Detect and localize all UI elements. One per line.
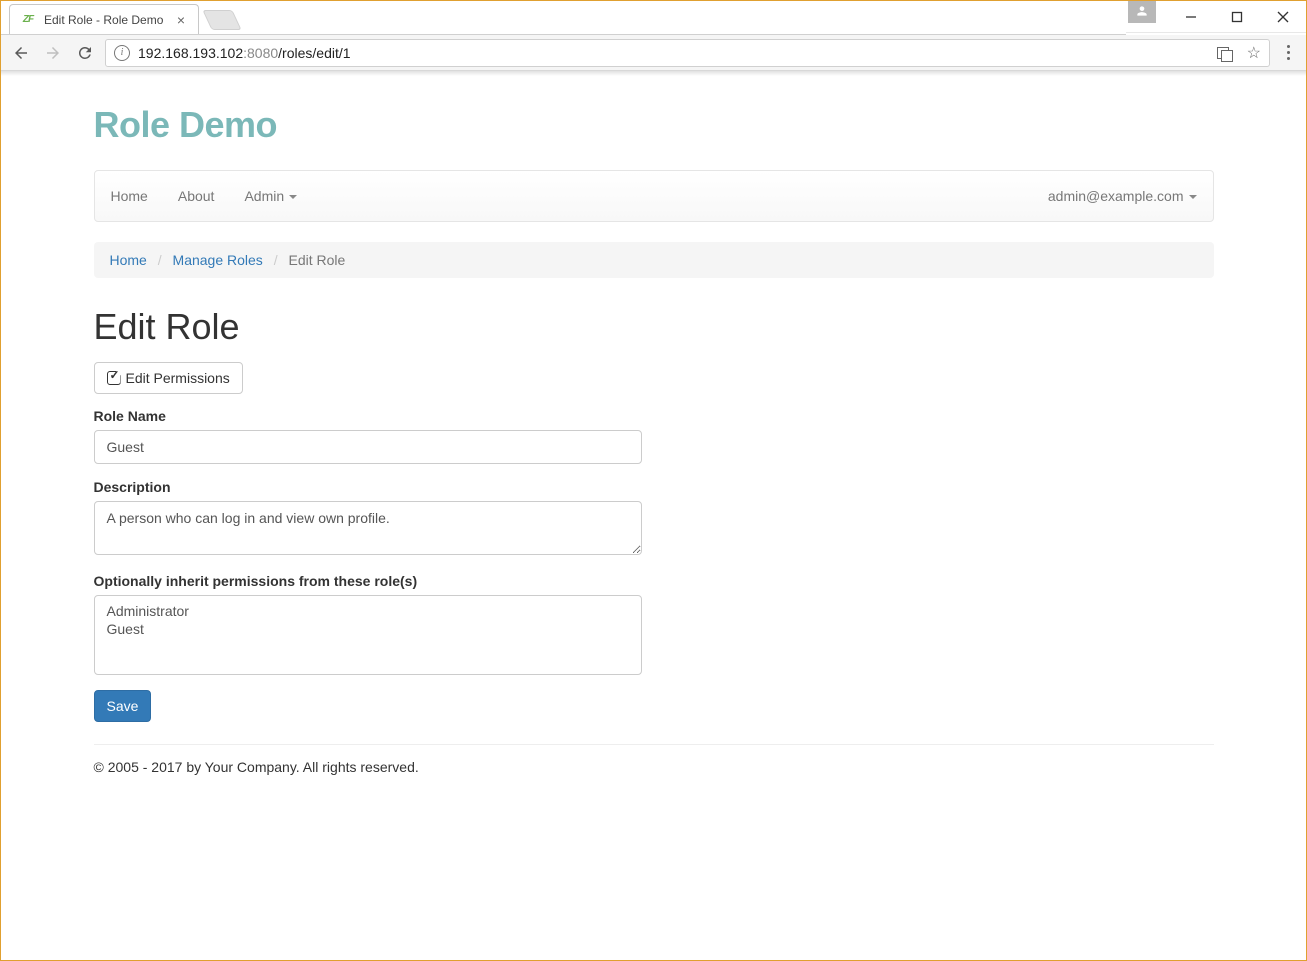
breadcrumb-home[interactable]: Home bbox=[110, 252, 147, 268]
maximize-icon bbox=[1231, 11, 1243, 23]
forward-button[interactable] bbox=[41, 41, 65, 65]
footer-text: © 2005 - 2017 by Your Company. All right… bbox=[94, 759, 1214, 775]
url-port: :8080 bbox=[243, 45, 278, 61]
chrome-menu-button[interactable] bbox=[1278, 45, 1298, 60]
breadcrumb: Home / Manage Roles / Edit Role bbox=[94, 242, 1214, 278]
arrow-left-icon bbox=[12, 44, 30, 62]
description-label: Description bbox=[94, 479, 1214, 495]
browser-window: ZF Edit Role - Role Demo × i 192.168.193… bbox=[0, 0, 1307, 961]
nav-home[interactable]: Home bbox=[111, 188, 148, 204]
arrow-right-icon bbox=[44, 44, 62, 62]
inherit-label: Optionally inherit permissions from thes… bbox=[94, 573, 1214, 589]
reload-icon bbox=[76, 44, 94, 62]
toolbar: i 192.168.193.102:8080/roles/edit/1 ☆ bbox=[1, 35, 1306, 71]
role-name-label: Role Name bbox=[94, 408, 1214, 424]
url-path: /roles/edit/1 bbox=[278, 45, 350, 61]
page-title: Edit Role bbox=[94, 306, 1214, 348]
description-textarea[interactable]: A person who can log in and view own pro… bbox=[94, 501, 642, 555]
inherit-option[interactable]: Guest bbox=[105, 620, 631, 638]
main-navbar: Home About Admin admin@example.com bbox=[94, 170, 1214, 222]
nav-admin-dropdown[interactable]: Admin bbox=[244, 188, 297, 204]
url-text: 192.168.193.102:8080/roles/edit/1 bbox=[138, 45, 351, 61]
reload-button[interactable] bbox=[73, 41, 97, 65]
role-name-input[interactable] bbox=[94, 430, 642, 464]
edit-check-icon bbox=[107, 371, 121, 385]
nav-about[interactable]: About bbox=[178, 188, 215, 204]
url-host: 192.168.193.102 bbox=[138, 45, 243, 61]
breadcrumb-sep: / bbox=[151, 252, 169, 268]
inherit-roles-select[interactable]: Administrator Guest bbox=[94, 595, 642, 675]
close-icon bbox=[1277, 11, 1289, 23]
tab-close-button[interactable]: × bbox=[174, 13, 188, 27]
breadcrumb-active: Edit Role bbox=[288, 252, 345, 268]
address-bar[interactable]: i 192.168.193.102:8080/roles/edit/1 ☆ bbox=[105, 39, 1270, 67]
new-tab-button[interactable] bbox=[202, 10, 241, 30]
browser-tab[interactable]: ZF Edit Role - Role Demo × bbox=[9, 4, 199, 34]
window-close-button[interactable] bbox=[1260, 1, 1306, 32]
tab-strip: ZF Edit Role - Role Demo × bbox=[1, 1, 1126, 35]
site-info-icon[interactable]: i bbox=[114, 45, 130, 61]
tab-title: Edit Role - Role Demo bbox=[44, 13, 174, 27]
nav-user-dropdown[interactable]: admin@example.com bbox=[1048, 188, 1197, 204]
breadcrumb-manage-roles[interactable]: Manage Roles bbox=[173, 252, 263, 268]
bookmark-star-icon[interactable]: ☆ bbox=[1247, 43, 1261, 63]
edit-permissions-button[interactable]: Edit Permissions bbox=[94, 362, 243, 394]
edit-permissions-label: Edit Permissions bbox=[126, 370, 230, 386]
window-minimize-button[interactable] bbox=[1168, 1, 1214, 32]
breadcrumb-sep: / bbox=[267, 252, 285, 268]
chrome-profile-button[interactable] bbox=[1128, 1, 1156, 23]
site-brand: Role Demo bbox=[94, 104, 1214, 146]
minimize-icon bbox=[1185, 11, 1197, 23]
inherit-option[interactable]: Administrator bbox=[105, 602, 631, 620]
page-content: Role Demo Home About Admin admin@example… bbox=[1, 76, 1306, 775]
back-button[interactable] bbox=[9, 41, 33, 65]
window-maximize-button[interactable] bbox=[1214, 1, 1260, 32]
favicon: ZF bbox=[20, 12, 36, 28]
footer-divider bbox=[94, 744, 1214, 745]
translate-icon[interactable] bbox=[1217, 45, 1233, 61]
person-icon bbox=[1135, 4, 1149, 21]
save-button[interactable]: Save bbox=[94, 690, 152, 722]
